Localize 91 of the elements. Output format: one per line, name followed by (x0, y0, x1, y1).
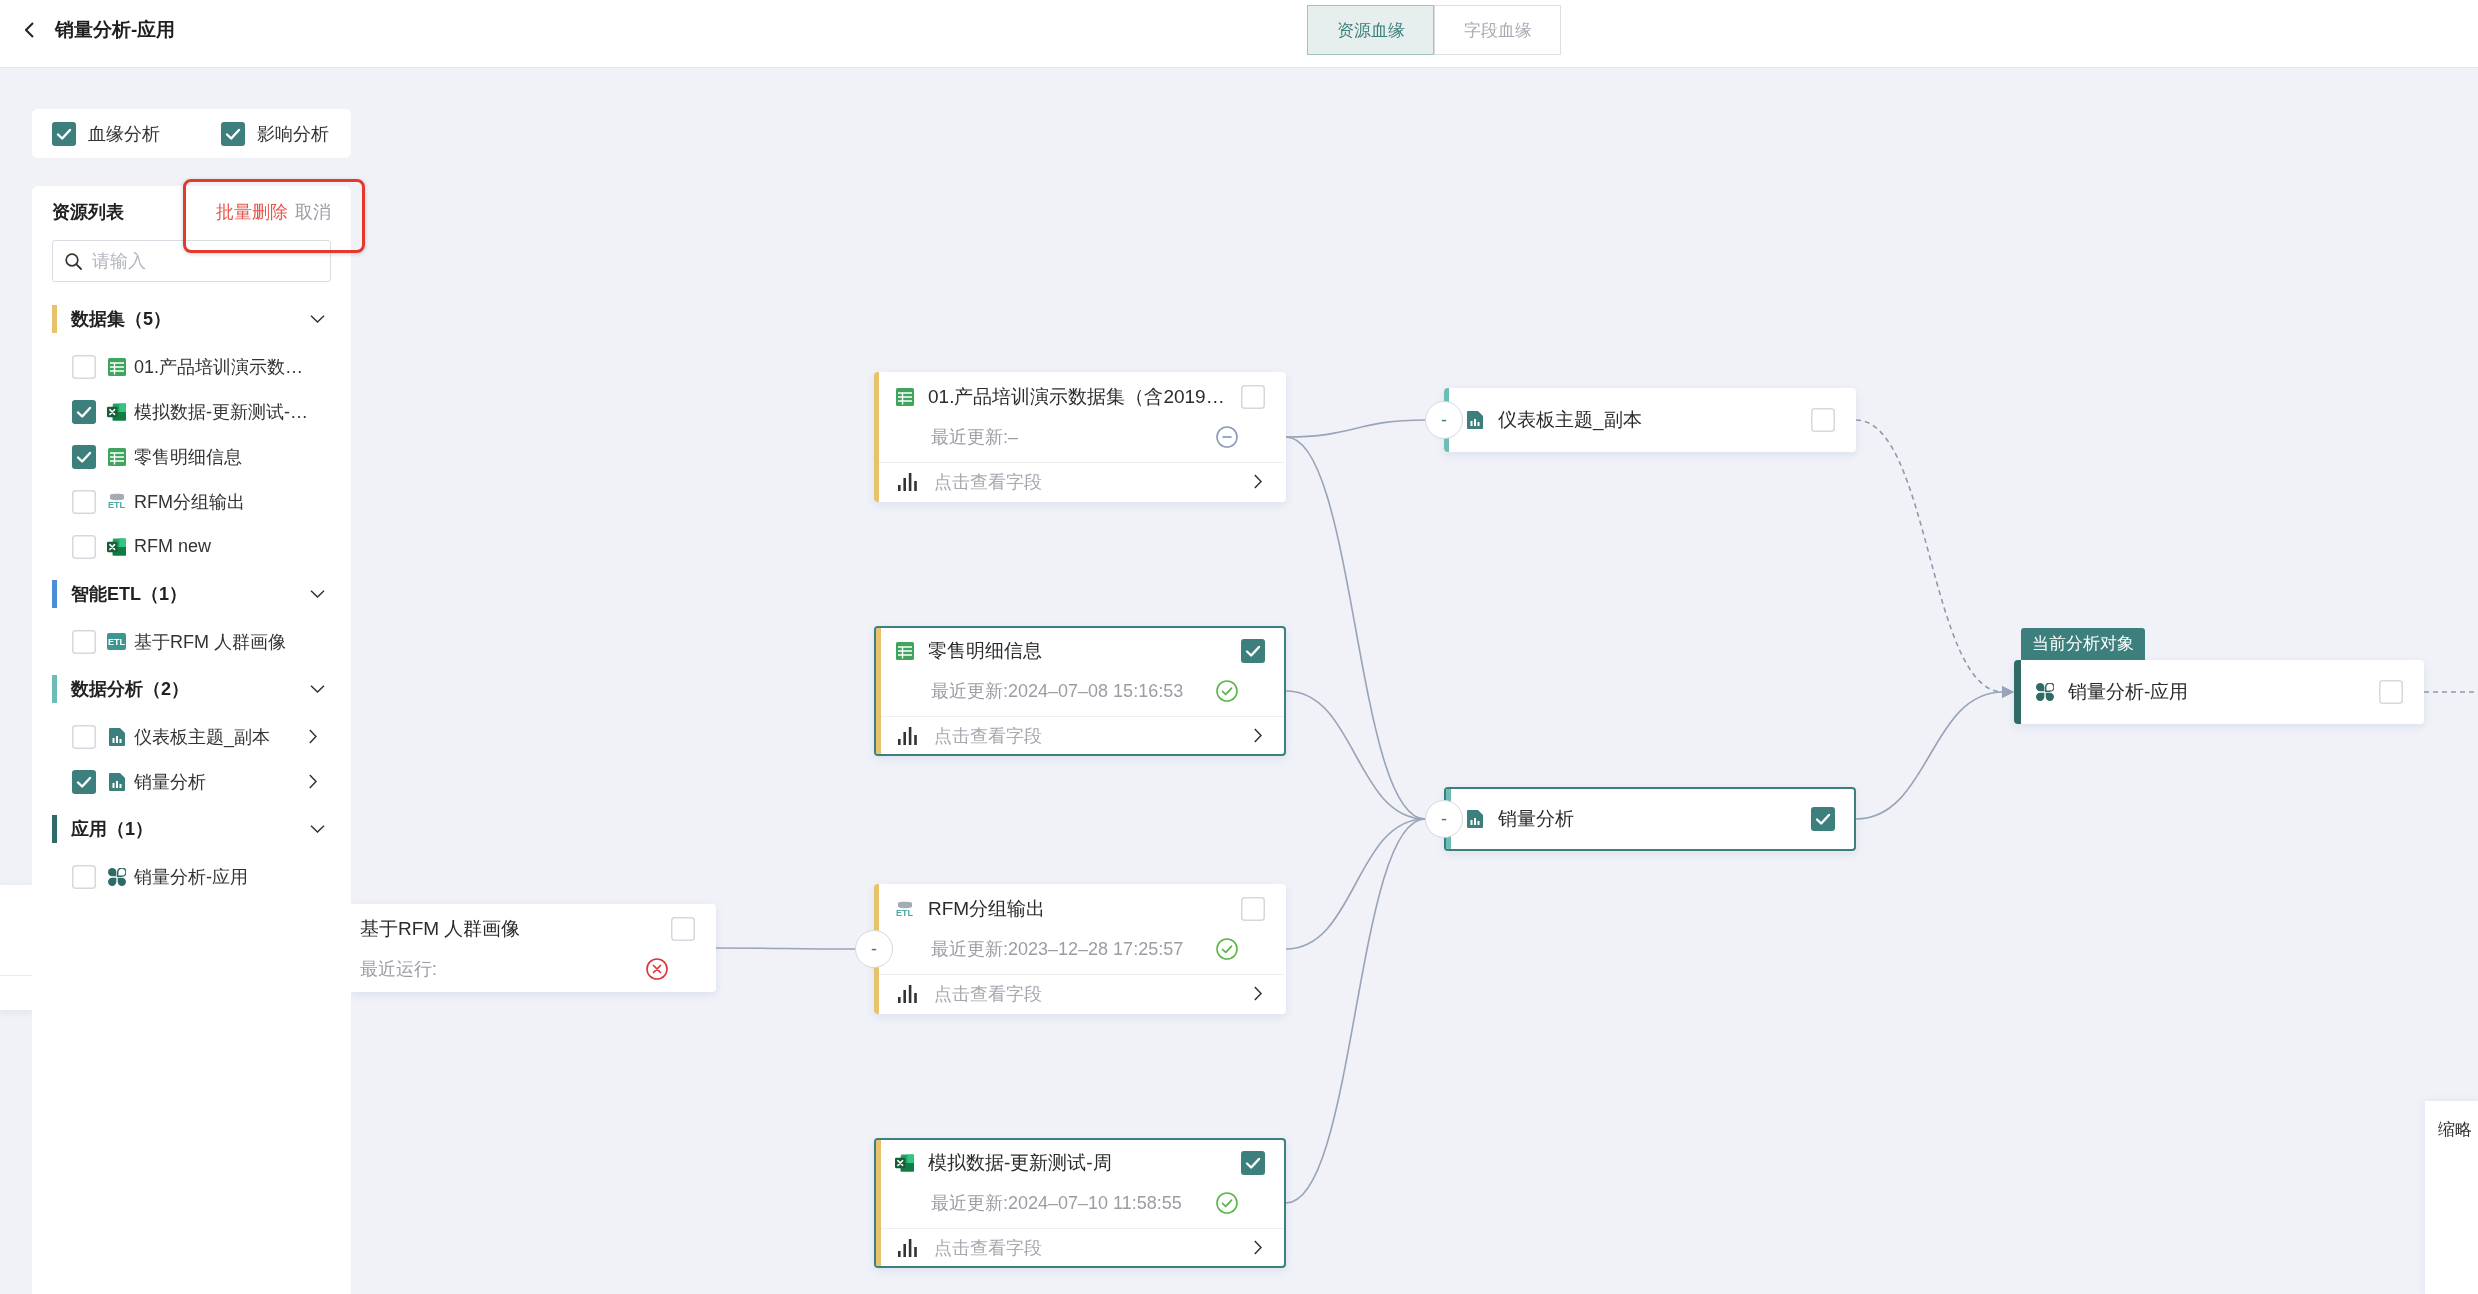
node-title: 模拟数据-更新测试-周 (928, 1151, 1113, 1175)
resource-name[interactable]: RFM new (134, 536, 331, 557)
resource-name[interactable]: RFM分组输出 (134, 489, 331, 514)
chevron-right-icon[interactable] (1254, 474, 1262, 489)
checkbox[interactable] (671, 917, 695, 941)
chart-document-icon (108, 772, 125, 791)
search-icon (65, 252, 82, 270)
table-grid-icon (895, 642, 914, 660)
bar-chart-icon (898, 726, 917, 745)
action-link[interactable]: 批量删除 (216, 200, 288, 224)
checkbox[interactable] (72, 724, 96, 749)
icon-label: ETL (896, 908, 913, 918)
database-icon (896, 900, 913, 909)
checkbox[interactable] (1241, 385, 1265, 409)
chevron-down-icon[interactable] (310, 825, 325, 833)
group-title[interactable]: 数据集（5） (71, 307, 310, 331)
chart-document-icon (108, 727, 125, 746)
current-object-tag: 当前分析对象 (2021, 628, 2145, 660)
minimap-title: 缩略 (2438, 1120, 2472, 1139)
status-text: 最近更新:2024–07–10 11:58:55 (931, 1192, 1183, 1215)
resource-name[interactable]: 仪表板主题_副本 (134, 724, 309, 749)
etl-badge: ETL (107, 633, 126, 650)
node-title: 01.产品培训演示数据集（含2019… (928, 385, 1226, 409)
bar-chart-icon (898, 472, 917, 491)
node-title: 销量分析-应用 (2068, 680, 2190, 704)
checkbox[interactable] (221, 121, 245, 146)
option-label: 影响分析 (257, 122, 329, 146)
collapse-button[interactable]: - (1425, 401, 1463, 439)
resource-name[interactable]: 模拟数据-更新测试-… (134, 399, 331, 424)
status-text: 最近更新:2024–07–08 15:16:53 (931, 680, 1185, 703)
checkbox[interactable] (72, 489, 96, 514)
spreadsheet-icon (107, 402, 126, 421)
group-title[interactable]: 智能ETL（1） (71, 582, 310, 606)
chevron-down-icon[interactable] (310, 685, 325, 693)
node-title: 基于RFM 人群画像 (360, 917, 522, 941)
checkbox[interactable] (72, 444, 96, 469)
resource-name[interactable]: 销量分析 (134, 769, 309, 794)
group-title[interactable]: 数据分析（2） (71, 677, 310, 701)
collapse-button[interactable]: - (855, 930, 893, 968)
database-icon (108, 493, 125, 501)
chevron-right-icon[interactable] (1254, 1240, 1262, 1255)
panel-title: 资源列表 (52, 201, 124, 224)
status-text: 最近更新:2023–12–28 17:25:57 (931, 938, 1185, 961)
petals-icon (107, 867, 126, 886)
collapse-button[interactable]: - (1425, 800, 1463, 838)
checkbox[interactable] (72, 534, 96, 559)
checkbox[interactable] (52, 121, 76, 146)
checkbox[interactable] (72, 769, 96, 794)
status-text: 最近更新:– (931, 426, 1019, 449)
back-icon[interactable] (25, 22, 34, 38)
checkbox[interactable] (1811, 408, 1835, 432)
chevron-down-icon[interactable] (310, 315, 325, 323)
checkbox[interactable] (2379, 680, 2403, 704)
bar-chart-icon (898, 984, 917, 1003)
status-text: 最近运行: (360, 958, 438, 981)
table-grid-icon (895, 388, 914, 406)
checkbox[interactable] (72, 864, 96, 889)
chevron-right-icon[interactable] (309, 774, 317, 789)
icon-label: ETL (108, 501, 125, 510)
resource-name[interactable]: 销量分析-应用 (134, 864, 331, 889)
checkbox[interactable] (1241, 897, 1265, 921)
checkbox[interactable] (72, 399, 96, 424)
option-label: 血缘分析 (88, 122, 160, 146)
page-title: 销量分析-应用 (55, 18, 176, 42)
chevron-right-icon[interactable] (1254, 986, 1262, 1001)
resource-name[interactable]: 零售明细信息 (134, 444, 331, 469)
node-title: 仪表板主题_副本 (1498, 408, 1643, 433)
petals-icon (2035, 683, 2054, 701)
table-grid-icon (107, 447, 126, 466)
node-title: 零售明细信息 (928, 639, 1043, 663)
checkbox[interactable] (1811, 807, 1835, 831)
chart-document-icon (1466, 411, 1483, 429)
chevron-right-icon[interactable] (1254, 728, 1262, 743)
checkbox[interactable] (1241, 1151, 1265, 1175)
chart-document-icon (1466, 810, 1483, 828)
spreadsheet-icon (895, 1154, 914, 1172)
chevron-right-icon[interactable] (309, 729, 317, 744)
chevron-down-icon[interactable] (310, 590, 325, 598)
group-title[interactable]: 应用（1） (71, 817, 310, 841)
checkbox[interactable] (1241, 639, 1265, 663)
checkbox[interactable] (72, 354, 96, 379)
tab[interactable]: 资源血缘 (1307, 5, 1434, 55)
resource-name[interactable]: 01.产品培训演示数… (134, 354, 331, 379)
bar-chart-icon (898, 1238, 917, 1257)
node-title: RFM分组输出 (928, 897, 1047, 921)
resource-name[interactable]: 基于RFM 人群画像 (134, 629, 331, 654)
node-title: 销量分析 (1498, 807, 1575, 831)
spreadsheet-icon (107, 537, 126, 556)
table-grid-icon (107, 357, 126, 376)
checkbox[interactable] (72, 629, 96, 654)
search-field[interactable]: 请输入 (52, 240, 331, 282)
